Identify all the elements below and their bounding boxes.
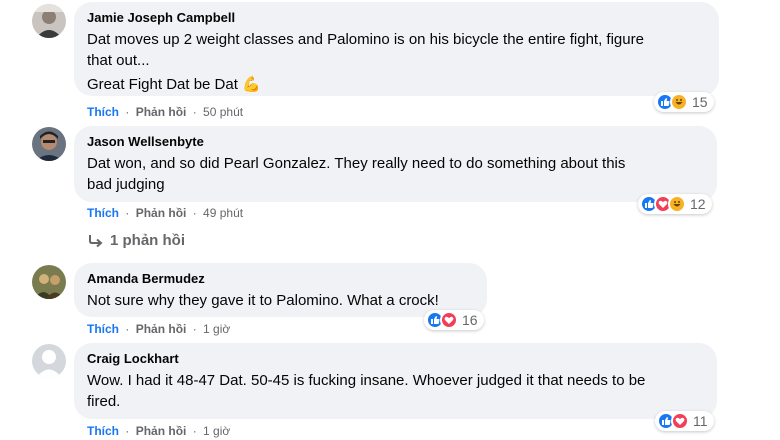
reaction-summary[interactable]: 11 xyxy=(655,411,714,431)
comment-actions: Thích · Phản hồi · 1 giờ xyxy=(87,423,230,439)
like-button[interactable]: Thích xyxy=(87,105,119,119)
comment-timestamp[interactable]: 49 phút xyxy=(203,206,243,220)
separator: · xyxy=(192,424,197,438)
comment-timestamp[interactable]: 50 phút xyxy=(203,105,243,119)
comment-author[interactable]: Jamie Joseph Campbell xyxy=(87,10,707,26)
separator: · xyxy=(125,105,130,119)
comment-text-line: bad judging xyxy=(87,176,165,193)
love-icon xyxy=(440,311,458,329)
comment-actions: Thích · Phản hồi · 50 phút xyxy=(87,104,243,120)
avatar[interactable] xyxy=(32,127,66,161)
separator: · xyxy=(125,424,130,438)
separator: · xyxy=(125,206,130,220)
like-button[interactable]: Thích xyxy=(87,424,119,438)
separator: · xyxy=(192,206,197,220)
separator: · xyxy=(192,105,197,119)
like-button[interactable]: Thích xyxy=(87,206,119,220)
reply-button[interactable]: Phản hồi xyxy=(136,105,187,119)
comment-text-line: fired. xyxy=(87,393,121,410)
comment-text-line: Great Fight Dat be Dat 💪 xyxy=(87,76,261,93)
comment-bubble: Jason Wellsenbyte Dat won, and so did Pe… xyxy=(74,126,717,202)
comment-text-line: Wow. I had it 48-47 Dat. 50-45 is fuckin… xyxy=(87,372,646,389)
comment-text: Dat moves up 2 weight classes and Palomi… xyxy=(87,29,707,95)
comment-timestamp[interactable]: 1 giờ xyxy=(203,322,230,336)
view-replies-link[interactable]: 1 phản hồi xyxy=(88,232,185,249)
comment-author[interactable]: Jason Wellsenbyte xyxy=(87,134,705,150)
reply-arrow-icon xyxy=(89,234,103,247)
reaction-summary[interactable]: 12 xyxy=(638,194,712,214)
reaction-count: 15 xyxy=(692,94,708,110)
reaction-count: 11 xyxy=(693,413,708,429)
comment-author[interactable]: Amanda Bermudez xyxy=(87,271,475,287)
comment-bubble: Craig Lockhart Wow. I had it 48-47 Dat. … xyxy=(74,343,717,419)
reaction-count: 12 xyxy=(690,196,706,212)
comment-text: Not sure why they gave it to Palomino. W… xyxy=(87,290,475,311)
comment-author[interactable]: Craig Lockhart xyxy=(87,351,705,367)
comment-text-line: Dat moves up 2 weight classes and Palomi… xyxy=(87,31,644,48)
separator: · xyxy=(125,322,130,336)
avatar[interactable] xyxy=(32,344,66,378)
reply-button[interactable]: Phản hồi xyxy=(136,322,187,336)
haha-icon xyxy=(670,93,688,111)
comment-text-line: Dat won, and so did Pearl Gonzalez. They… xyxy=(87,155,626,172)
separator: · xyxy=(192,322,197,336)
comment-text: Dat won, and so did Pearl Gonzalez. They… xyxy=(87,153,705,195)
comment-text: Wow. I had it 48-47 Dat. 50-45 is fuckin… xyxy=(87,370,705,412)
reaction-summary[interactable]: 16 xyxy=(424,310,484,330)
haha-icon xyxy=(668,195,686,213)
comment-actions: Thích · Phản hồi · 1 giờ xyxy=(87,321,230,337)
avatar[interactable] xyxy=(32,4,66,38)
reaction-summary[interactable]: 15 xyxy=(654,92,714,112)
avatar[interactable] xyxy=(32,265,66,299)
love-icon xyxy=(671,412,689,430)
replies-count-label: 1 phản hồi xyxy=(110,232,185,249)
reaction-count: 16 xyxy=(462,312,478,328)
comment-text-line: Not sure why they gave it to Palomino. W… xyxy=(87,292,439,309)
comment-bubble: Amanda Bermudez Not sure why they gave i… xyxy=(74,263,487,317)
reply-button[interactable]: Phản hồi xyxy=(136,206,187,220)
comment-bubble: Jamie Joseph Campbell Dat moves up 2 wei… xyxy=(74,2,719,96)
like-button[interactable]: Thích xyxy=(87,322,119,336)
comment-actions: Thích · Phản hồi · 49 phút xyxy=(87,205,243,221)
comment-text-line: that out... xyxy=(87,52,150,69)
comment-timestamp[interactable]: 1 giờ xyxy=(203,424,230,438)
reply-button[interactable]: Phản hồi xyxy=(136,424,187,438)
